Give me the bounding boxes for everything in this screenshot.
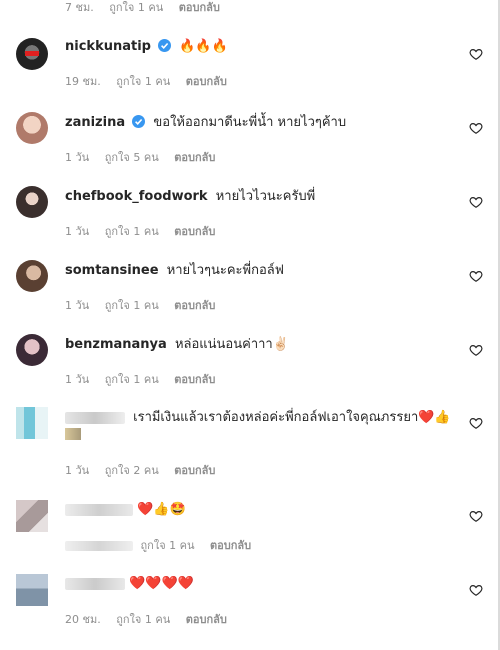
heart-emoji: ❤️👍🤩 <box>137 502 186 517</box>
heart-thumbs-emoji: ❤️👍 <box>418 410 451 425</box>
comment-body: somtansinee หายไวๆนะคะพี่กอล์ฟ <box>65 262 458 280</box>
heart-like-icon[interactable] <box>469 269 483 283</box>
comment-body: zanizina ขอให้ออกมาดีนะพี่น้ำ หายไวๆค้าบ <box>65 114 458 132</box>
comment-body: nickkunatip 🔥🔥🔥 <box>65 38 458 56</box>
avatar[interactable] <box>16 186 48 218</box>
heart-like-icon[interactable] <box>469 583 483 597</box>
comment-time: 19 ชม. <box>65 75 101 88</box>
comment-body: ❤️👍🤩 <box>65 501 458 519</box>
avatar-image-icon <box>25 51 39 56</box>
comment-text: หายไวๆนะคะพี่กอล์ฟ <box>166 263 284 278</box>
comment-likes[interactable]: ถูกใจ 1 คน <box>105 225 159 238</box>
comment-likes[interactable]: ถูกใจ 1 คน <box>105 373 159 386</box>
blurred-username <box>65 577 125 590</box>
reply-button[interactable]: ตอบกลับ <box>186 75 227 88</box>
comment-time: 20 ชม. <box>65 613 101 626</box>
heart-like-icon[interactable] <box>469 509 483 523</box>
comment-body: chefbook_foodwork หายไวไวนะครับพี่ <box>65 188 458 206</box>
victory-hand-emoji: ✌🏻 <box>272 337 289 352</box>
comment-time: 1 วัน <box>65 373 90 386</box>
reply-button[interactable]: ตอบกลับ <box>179 1 220 14</box>
comment-text: หายไวไวนะครับพี่ <box>215 189 316 204</box>
heart-like-icon[interactable] <box>469 121 483 135</box>
reply-button[interactable]: ตอบกลับ <box>210 539 251 552</box>
blurred-username <box>65 503 133 516</box>
comment-meta: 1 วัน ถูกใจ 1 คน ตอบกลับ <box>65 222 227 240</box>
comment-likes[interactable]: ถูกใจ 2 คน <box>105 464 159 477</box>
comment-likes[interactable]: ถูกใจ 1 คน <box>109 1 163 14</box>
comment-likes[interactable]: ถูกใจ 5 คน <box>105 151 159 164</box>
comment-username[interactable]: benzmananya <box>65 337 167 352</box>
avatar[interactable] <box>16 334 48 366</box>
blurred-time <box>65 541 133 551</box>
avatar-blurred[interactable] <box>16 407 48 439</box>
comment-likes[interactable]: ถูกใจ 1 คน <box>105 299 159 312</box>
comment-meta: 20 ชม. ถูกใจ 1 คน ตอบกลับ <box>65 610 239 628</box>
hearts-emoji: ❤️❤️❤️❤️ <box>129 576 194 591</box>
comment-text: หล่อแน่นอนค่าาา <box>174 337 273 352</box>
reply-button[interactable]: ตอบกลับ <box>174 464 215 477</box>
comment-time: 7 ชม. <box>65 1 94 14</box>
heart-like-icon[interactable] <box>469 343 483 357</box>
comment-meta: 1 วัน ถูกใจ 5 คน ตอบกลับ <box>65 148 227 166</box>
comment-meta-top: 7 ชม. ถูกใจ 1 คน ตอบกลับ <box>65 0 232 16</box>
comment-username[interactable]: somtansinee <box>65 263 159 278</box>
blurred-block <box>65 428 81 440</box>
verified-badge-icon <box>132 115 146 128</box>
avatar[interactable] <box>16 112 48 144</box>
comment-body: ❤️❤️❤️❤️ <box>65 575 458 593</box>
comment-meta: 19 ชม. ถูกใจ 1 คน ตอบกลับ <box>65 72 239 90</box>
comment-body: benzmananya หล่อแน่นอนค่าาา✌🏻 <box>65 336 458 354</box>
avatar[interactable] <box>16 260 48 292</box>
comment-time: 1 วัน <box>65 225 90 238</box>
comment-meta: 1 วัน ถูกใจ 1 คน ตอบกลับ <box>65 296 227 314</box>
comment-time: 1 วัน <box>65 151 90 164</box>
comment-username[interactable]: chefbook_foodwork <box>65 189 208 204</box>
reply-button[interactable]: ตอบกลับ <box>174 373 215 386</box>
reply-button[interactable]: ตอบกลับ <box>174 225 215 238</box>
comment-username[interactable]: zanizina <box>65 115 125 130</box>
heart-like-icon[interactable] <box>469 47 483 61</box>
verified-badge-icon <box>158 39 172 52</box>
comment-text: ขอให้ออกมาดีนะพี่น้ำ หายไวๆค้าบ <box>153 115 347 130</box>
comment-time: 1 วัน <box>65 464 90 477</box>
reply-button[interactable]: ตอบกลับ <box>174 151 215 164</box>
reply-button[interactable]: ตอบกลับ <box>186 613 227 626</box>
comment-likes[interactable]: ถูกใจ 1 คน <box>116 75 170 88</box>
comment-body: เรามีเงินแล้วเราต้องหล่อค่ะพี่กอล์ฟเอาใจ… <box>65 409 458 427</box>
comment-time: 1 วัน <box>65 299 90 312</box>
reply-button[interactable]: ตอบกลับ <box>174 299 215 312</box>
comment-meta: 1 วัน ถูกใจ 1 คน ตอบกลับ <box>65 370 227 388</box>
comment-username[interactable]: nickkunatip <box>65 39 151 54</box>
blurred-username <box>65 411 125 424</box>
comment-text: เรามีเงินแล้วเราต้องหล่อค่ะพี่กอล์ฟเอาใจ… <box>133 410 419 425</box>
comment-meta: ถูกใจ 1 คน ตอบกลับ <box>65 536 263 554</box>
heart-like-icon[interactable] <box>469 416 483 430</box>
avatar-blurred[interactable] <box>16 500 48 532</box>
comment-likes[interactable]: ถูกใจ 1 คน <box>141 539 195 552</box>
avatar[interactable] <box>16 38 48 70</box>
heart-like-icon[interactable] <box>469 195 483 209</box>
comment-meta: 1 วัน ถูกใจ 2 คน ตอบกลับ <box>65 461 227 479</box>
comment-emoji: 🔥🔥🔥 <box>179 39 228 54</box>
comment-likes[interactable]: ถูกใจ 1 คน <box>116 613 170 626</box>
avatar-blurred[interactable] <box>16 574 48 606</box>
